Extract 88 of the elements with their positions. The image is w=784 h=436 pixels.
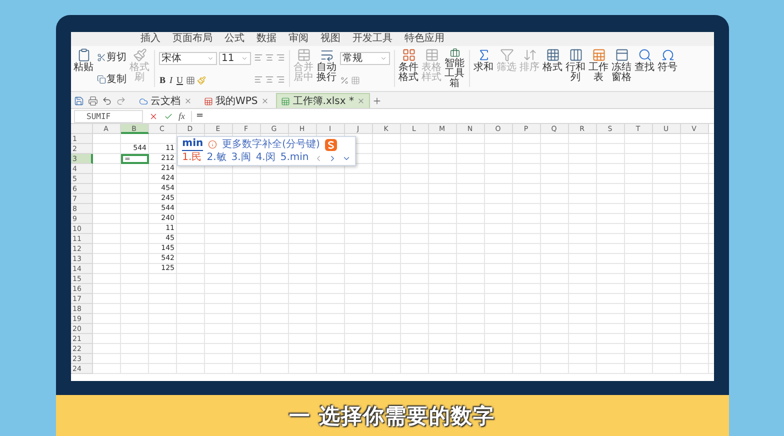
sheet-icon [592,48,606,62]
align-left-icon [254,75,262,84]
menu-tab[interactable]: 视图 [320,33,340,45]
check-icon [164,112,172,120]
hint-text: 更多数字补全(分号键) [222,138,320,150]
info-icon [208,140,218,149]
number-format-dropdown[interactable]: 常规 [340,52,390,65]
align-center-icon [264,75,274,84]
tab-label: 云文档 [150,96,180,106]
omega-icon [660,48,674,62]
ribbon-button[interactable]: 查找 [634,48,654,89]
menu-tab[interactable]: 审阅 [288,33,308,45]
panel-icon [614,48,628,62]
ribbon-button[interactable]: 条件格式 [398,48,418,89]
align-right-icon [276,53,284,62]
caret-icon [206,54,214,62]
ribbon-button[interactable]: 符号 [658,48,678,89]
ribbon-button[interactable]: 智能工具箱 [444,48,464,89]
format-button[interactable]: B [158,75,167,86]
ribbon-button[interactable]: 冻结窗格 [612,48,632,89]
select-all-corner[interactable] [70,124,92,134]
menu-tab[interactable]: 开发工具 [352,33,392,45]
function-label[interactable]: fx [178,111,185,121]
filter-icon [500,48,514,62]
grid-icon [402,48,416,62]
close-icon [260,97,269,105]
document-tab[interactable]: 云文档 [134,93,196,108]
menu-tab[interactable]: 特色应用 [404,33,444,45]
candidate[interactable]: 2.敏 [206,152,226,164]
copy-button[interactable]: 复制 [96,74,126,85]
document-tab[interactable]: 工作簿.xlsx * [276,93,370,108]
menu-tab[interactable]: 公式 [224,33,244,45]
font-size-dropdown[interactable]: 11 [218,52,250,65]
document-tab[interactable]: 我的WPS [198,93,274,108]
ribbon-button[interactable]: 自动换行 [316,48,336,89]
border-icon [186,76,196,85]
merge-cells-icon [296,48,310,62]
wrap-text-icon [320,48,334,62]
font-dropdown[interactable]: 宋体 [158,52,216,65]
grid-icon [546,48,560,62]
align-center-icon [264,53,274,62]
ribbon-button[interactable]: 工作表 [588,48,608,89]
caret-icon [240,54,248,62]
fill-icon [197,76,206,85]
ribbon-button[interactable]: 粘贴 [74,48,94,89]
sort-icon [522,48,536,62]
menu-tab[interactable]: 插入 [140,33,160,45]
candidate[interactable]: 3.闽 [231,152,251,164]
menu-tab[interactable]: 数据 [256,33,276,45]
subtitle: 一 选择你需要的数字 [288,402,496,430]
format-button[interactable]: U [176,75,184,86]
tab-label: 工作簿.xlsx * [292,96,354,106]
grid-icon [350,76,360,85]
ribbon-button[interactable]: 格式 [542,48,562,89]
paintbrush-icon [132,48,146,62]
cut-button[interactable]: 剪切 [96,52,126,63]
caret-icon [380,55,386,62]
cloud-icon [138,96,148,106]
copy-icon [96,75,106,84]
table-icon [424,48,438,62]
align-left-icon [254,53,262,62]
formula-input[interactable]: = [191,110,710,122]
sheet-icon [280,96,290,106]
input-method-logo-icon [324,138,337,150]
scissors-icon [96,53,106,62]
cancel-icon [148,112,158,120]
columns-icon [568,48,582,62]
ribbon-button[interactable]: 求和 [474,48,494,89]
save-icon [74,96,84,106]
plus-icon [372,96,382,106]
format-button[interactable]: I [168,75,174,86]
typed-text: min [182,138,204,151]
name-box[interactable]: SUMIF [74,110,142,122]
candidate[interactable]: 1.民 [182,152,202,164]
menu-tab[interactable]: 页面布局 [172,33,212,45]
printer-icon [88,96,98,106]
candidate[interactable]: 4.闵 [256,152,276,164]
clipboard-icon [76,48,90,62]
search-icon [638,48,652,62]
redo-icon [116,96,126,106]
tab-label: 我的WPS [216,96,258,106]
undo-icon [102,96,112,106]
close-icon [356,97,365,105]
candidate[interactable]: 5.min [280,152,309,164]
percent-icon [340,76,348,85]
ribbon-button[interactable]: 行和列 [566,48,586,89]
align-right-icon [276,75,284,84]
close-icon [184,97,192,105]
